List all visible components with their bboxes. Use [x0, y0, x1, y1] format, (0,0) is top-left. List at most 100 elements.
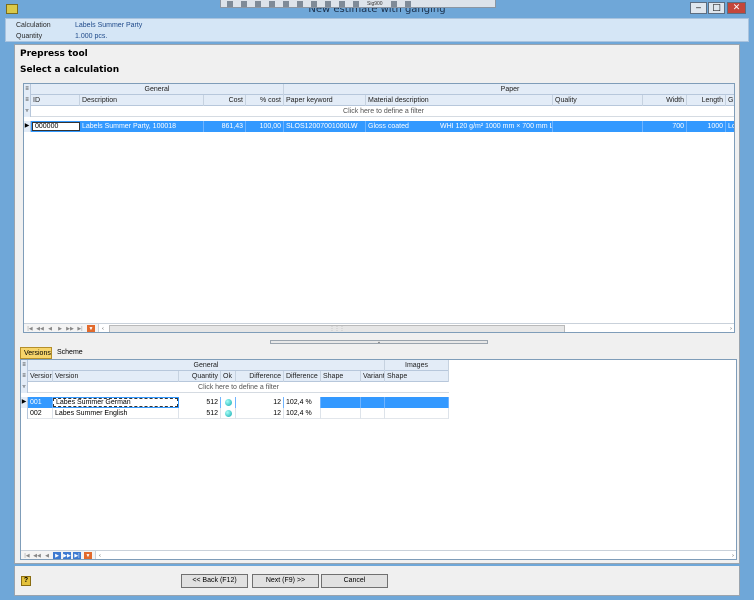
col-material-description[interactable]: Material description: [366, 95, 553, 106]
col-image-shape[interactable]: Shape: [385, 371, 449, 382]
col-difference[interactable]: Difference: [236, 371, 284, 382]
scroll-thumb[interactable]: ⋮⋮⋮: [109, 325, 565, 332]
filter-icon[interactable]: ▿: [24, 106, 31, 117]
table-row[interactable]: ▶ 001 Labes Summer German 512 12 102,4 %: [21, 397, 449, 408]
col-description[interactable]: Description: [80, 95, 204, 106]
close-button[interactable]: ✕: [727, 2, 746, 14]
tool-icon[interactable]: [390, 0, 397, 7]
cell-material[interactable]: Gloss coated: [366, 121, 438, 132]
next-record-icon[interactable]: ▶: [56, 325, 64, 332]
col-variant[interactable]: Variant: [361, 371, 385, 382]
filter-row[interactable]: ▿ Click here to define a filter: [21, 382, 449, 393]
cell-quantity[interactable]: 512: [179, 408, 221, 419]
tab-scheme[interactable]: Scheme: [54, 347, 86, 359]
cell-ok[interactable]: [221, 408, 236, 419]
next-button[interactable]: Next (F9) >>: [252, 574, 319, 588]
filter-icon[interactable]: ▿: [21, 382, 28, 393]
cell-cost[interactable]: 861,43: [204, 121, 246, 132]
col-cost[interactable]: Cost: [204, 95, 246, 106]
table-row[interactable]: ▶ 000000 Labels Summer Party, 100018 861…: [24, 121, 734, 132]
tool-icon[interactable]: [404, 0, 411, 7]
prev-page-icon[interactable]: ◀◀: [33, 552, 41, 559]
first-record-icon[interactable]: |◀: [23, 552, 31, 559]
tool-icon[interactable]: [241, 0, 247, 7]
col-paper-keyword[interactable]: Paper keyword: [284, 95, 366, 106]
cell-variant[interactable]: [361, 408, 385, 419]
tool-icon[interactable]: [311, 0, 317, 7]
scroll-right-icon[interactable]: ›: [729, 552, 736, 559]
first-record-icon[interactable]: |◀: [26, 325, 34, 332]
tool-icon[interactable]: [227, 0, 233, 7]
back-button[interactable]: << Back (F12): [181, 574, 248, 588]
col-gr[interactable]: Gr: [726, 95, 734, 106]
id-cell-editor[interactable]: 000000: [32, 122, 80, 131]
tool-icon[interactable]: [269, 0, 275, 7]
cell-difference[interactable]: 12: [236, 397, 284, 408]
cell-difference-pct[interactable]: 102,4 %: [284, 397, 321, 408]
panel-splitter[interactable]: ⌄: [270, 340, 488, 345]
cell-gr[interactable]: Lo: [726, 121, 734, 132]
cell-width[interactable]: 700: [643, 121, 687, 132]
cell-version-code[interactable]: 001: [28, 397, 53, 408]
filter-row[interactable]: ▿ Click here to define a filter: [24, 106, 734, 117]
horizontal-scrollbar[interactable]: ‹ ›: [95, 551, 736, 559]
cell-length[interactable]: 1000: [687, 121, 726, 132]
minimize-button[interactable]: ‒: [690, 2, 707, 14]
col-quantity[interactable]: Quantity: [179, 371, 221, 382]
cell-material-detail[interactable]: WHI 120 g/m² 1000 mm × 700 mm L: [438, 121, 553, 132]
cell-image-shape[interactable]: [385, 397, 449, 408]
col-difference-pct[interactable]: Difference: [284, 371, 321, 382]
col-quality[interactable]: Quality: [553, 95, 643, 106]
col-version-name[interactable]: Version: [53, 371, 179, 382]
tool-icon[interactable]: [339, 0, 345, 7]
horizontal-scrollbar[interactable]: ‹ ⋮⋮⋮ ›: [98, 324, 734, 332]
tool-icon[interactable]: [283, 0, 289, 7]
filter-text[interactable]: Click here to define a filter: [28, 382, 449, 393]
cell-description[interactable]: Labels Summer Party, 100018: [80, 121, 204, 132]
filter-toggle-icon[interactable]: ▼: [87, 325, 95, 332]
next-record-icon[interactable]: ▶: [53, 552, 61, 559]
cell-pct-cost[interactable]: 100,00: [246, 121, 284, 132]
last-record-icon[interactable]: ▶|: [76, 325, 84, 332]
col-ok[interactable]: Ok: [221, 371, 236, 382]
cell-ok[interactable]: [221, 397, 236, 408]
tool-icon[interactable]: [353, 0, 359, 7]
col-width[interactable]: Width: [643, 95, 687, 106]
next-page-icon[interactable]: ▶▶: [66, 325, 74, 332]
prev-record-icon[interactable]: ◀: [43, 552, 51, 559]
cell-variant[interactable]: [361, 397, 385, 408]
cell-quality[interactable]: [553, 121, 643, 132]
tool-icon[interactable]: [325, 0, 331, 7]
version-name-editor[interactable]: Labes Summer German: [53, 398, 178, 407]
cell-image-shape[interactable]: [385, 408, 449, 419]
scroll-left-icon[interactable]: ‹: [96, 552, 104, 559]
next-page-icon[interactable]: ▶▶: [63, 552, 71, 559]
filter-text[interactable]: Click here to define a filter: [31, 106, 734, 117]
col-id[interactable]: ID: [31, 95, 80, 106]
scroll-right-icon[interactable]: ›: [727, 325, 734, 332]
scroll-left-icon[interactable]: ‹: [99, 325, 107, 332]
tool-icon[interactable]: [297, 0, 303, 7]
help-icon[interactable]: ?: [21, 576, 31, 586]
col-pct-cost[interactable]: % cost: [246, 95, 284, 106]
col-shape[interactable]: Shape: [321, 371, 361, 382]
prev-page-icon[interactable]: ◀◀: [36, 325, 44, 332]
cell-version-name[interactable]: Labes Summer English: [53, 408, 179, 419]
last-record-icon[interactable]: ▶|: [73, 552, 81, 559]
tab-versions[interactable]: Versions: [20, 347, 52, 359]
cell-quantity[interactable]: 512: [179, 397, 221, 408]
col-version-code[interactable]: Version: [28, 371, 53, 382]
cell-difference[interactable]: 12: [236, 408, 284, 419]
cell-shape[interactable]: [321, 408, 361, 419]
cell-paper-keyword[interactable]: SLOS12007001000LW: [284, 121, 366, 132]
col-length[interactable]: Length: [687, 95, 726, 106]
cell-version-code[interactable]: 002: [28, 408, 53, 419]
table-row[interactable]: 002 Labes Summer English 512 12 102,4 %: [21, 408, 449, 419]
cancel-button[interactable]: Cancel: [321, 574, 388, 588]
filter-toggle-icon[interactable]: ▼: [84, 552, 92, 559]
cell-difference-pct[interactable]: 102,4 %: [284, 408, 321, 419]
maximize-button[interactable]: □: [708, 2, 725, 14]
prev-record-icon[interactable]: ◀: [46, 325, 54, 332]
tool-icon[interactable]: [255, 0, 261, 7]
cell-shape[interactable]: [321, 397, 361, 408]
